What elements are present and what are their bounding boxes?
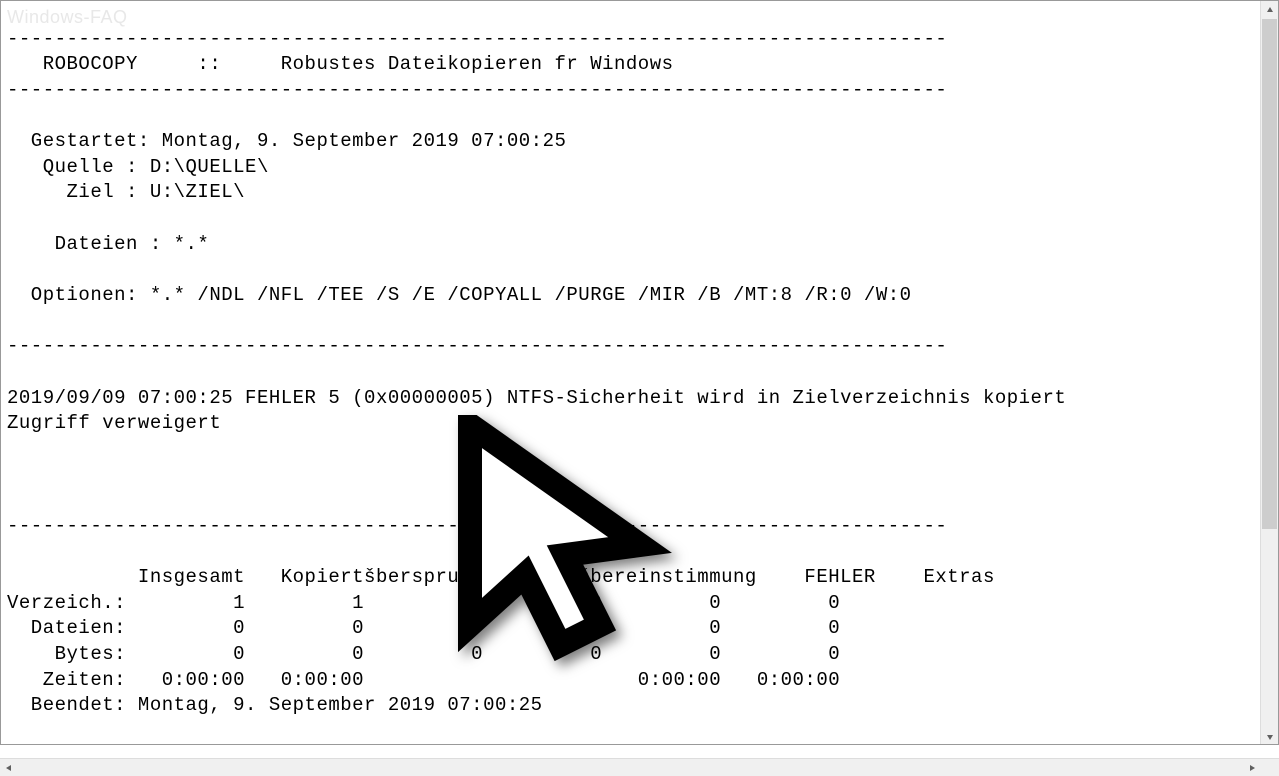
scroll-left-arrow-icon[interactable] <box>0 759 18 776</box>
scroll-right-arrow-icon[interactable] <box>1243 759 1261 776</box>
separator-line: ----------------------------------------… <box>7 335 947 357</box>
error-line-1: 2019/09/09 07:00:25 FEHLER 5 (0x00000005… <box>7 387 1066 409</box>
scroll-down-arrow-icon[interactable] <box>1261 728 1278 745</box>
info-optionen: Optionen: *.* /NDL /NFL /TEE /S /E /COPY… <box>7 284 912 306</box>
info-gestartet: Gestartet: Montag, 9. September 2019 07:… <box>7 130 566 152</box>
error-line-2: Zugriff verweigert <box>7 412 221 434</box>
separator-line: ----------------------------------------… <box>7 79 947 101</box>
horizontal-scrollbar[interactable] <box>0 758 1279 776</box>
info-dateien: Dateien : *.* <box>7 233 209 255</box>
summary-zeiten: Zeiten: 0:00:00 0:00:00 0:00:00 0:00:00 <box>7 669 840 691</box>
summary-bytes: Bytes: 0 0 0 0 0 0 <box>7 643 840 665</box>
cursor-icon <box>450 415 680 674</box>
separator-line: ----------------------------------------… <box>7 28 947 50</box>
info-quelle: Quelle : D:\QUELLE\ <box>7 156 269 178</box>
summary-dateien: Dateien: 0 0 0 0 0 0 <box>7 617 840 639</box>
summary-beendet: Beendet: Montag, 9. September 2019 07:00… <box>7 694 543 716</box>
summary-verzeich: Verzeich.: 1 1 0 0 0 0 <box>7 592 840 614</box>
info-ziel: Ziel : U:\ZIEL\ <box>7 181 245 203</box>
robocopy-header: ROBOCOPY :: Robustes Dateikopieren fr Wi… <box>7 53 674 75</box>
